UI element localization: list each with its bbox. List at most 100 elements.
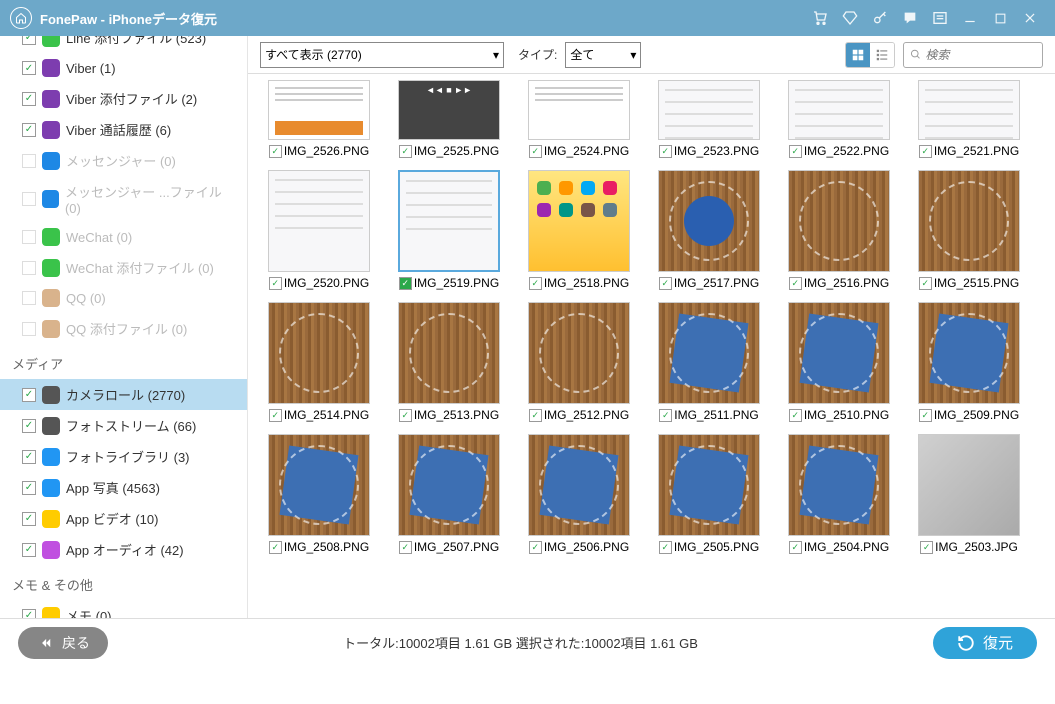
thumbnail-item[interactable]: ✓IMG_2512.PNG bbox=[522, 302, 636, 422]
thumbnail-item[interactable]: ✓IMG_2505.PNG bbox=[652, 434, 766, 554]
cart-icon[interactable] bbox=[809, 7, 831, 29]
sidebar-item[interactable]: ✓App 写真 (4563) bbox=[0, 472, 247, 503]
checkbox-icon[interactable]: ✓ bbox=[22, 123, 36, 137]
thumbnail-image[interactable] bbox=[658, 434, 760, 536]
checkbox-icon[interactable]: ✓ bbox=[269, 277, 282, 290]
thumbnail-image[interactable] bbox=[788, 434, 890, 536]
thumbnail-item[interactable]: ✓IMG_2514.PNG bbox=[262, 302, 376, 422]
thumbnail-item[interactable]: ✓IMG_2521.PNG bbox=[912, 80, 1026, 158]
thumbnail-image[interactable] bbox=[788, 302, 890, 404]
checkbox-icon[interactable]: ✓ bbox=[269, 409, 282, 422]
thumbnail-image[interactable] bbox=[528, 434, 630, 536]
thumbnail-item[interactable]: ✓IMG_2525.PNG bbox=[392, 80, 506, 158]
restore-button[interactable]: 復元 bbox=[933, 627, 1037, 659]
checkbox-icon[interactable]: ✓ bbox=[22, 36, 36, 45]
home-icon[interactable] bbox=[10, 7, 32, 29]
list-view-button[interactable] bbox=[870, 43, 894, 67]
thumbnail-image[interactable] bbox=[528, 80, 630, 140]
maximize-icon[interactable] bbox=[989, 7, 1011, 29]
thumbnail-item[interactable]: ✓IMG_2515.PNG bbox=[912, 170, 1026, 290]
back-button[interactable]: 戻る bbox=[18, 627, 108, 659]
thumbnail-item[interactable]: ✓IMG_2509.PNG bbox=[912, 302, 1026, 422]
thumbnail-image[interactable] bbox=[268, 80, 370, 140]
thumbnail-item[interactable]: ✓IMG_2506.PNG bbox=[522, 434, 636, 554]
type-dropdown[interactable]: 全て ▾ bbox=[565, 42, 641, 68]
thumbnail-item[interactable]: ✓IMG_2522.PNG bbox=[782, 80, 896, 158]
thumbnail-item[interactable]: ✓IMG_2517.PNG bbox=[652, 170, 766, 290]
checkbox-icon[interactable]: ✓ bbox=[399, 145, 412, 158]
menu-icon[interactable] bbox=[929, 7, 951, 29]
feedback-icon[interactable] bbox=[899, 7, 921, 29]
sidebar-item[interactable]: ✓カメラロール (2770) bbox=[0, 379, 247, 410]
diamond-icon[interactable] bbox=[839, 7, 861, 29]
checkbox-icon[interactable]: ✓ bbox=[22, 609, 36, 619]
thumbnail-image[interactable] bbox=[268, 170, 370, 272]
thumbnail-image[interactable] bbox=[398, 302, 500, 404]
sidebar-item[interactable]: ✓Viber (1) bbox=[0, 53, 247, 83]
thumbnail-item[interactable]: ✓IMG_2519.PNG bbox=[392, 170, 506, 290]
checkbox-icon[interactable]: ✓ bbox=[269, 145, 282, 158]
minimize-icon[interactable] bbox=[959, 7, 981, 29]
checkbox-icon[interactable]: ✓ bbox=[529, 145, 542, 158]
checkbox-icon[interactable]: ✓ bbox=[789, 541, 802, 554]
sidebar-item[interactable]: ✓Viber 添付ファイル (2) bbox=[0, 83, 247, 114]
sidebar-item[interactable]: ✓Line 添付ファイル (523) bbox=[0, 36, 247, 53]
checkbox-icon[interactable]: ✓ bbox=[22, 481, 36, 495]
checkbox-icon[interactable]: ✓ bbox=[22, 388, 36, 402]
checkbox-icon[interactable]: ✓ bbox=[919, 409, 932, 422]
checkbox-icon[interactable]: ✓ bbox=[659, 409, 672, 422]
thumbnail-item[interactable]: ✓IMG_2510.PNG bbox=[782, 302, 896, 422]
thumbnail-image[interactable] bbox=[918, 434, 1020, 536]
grid-view-button[interactable] bbox=[846, 43, 870, 67]
sidebar[interactable]: ✓Line 添付ファイル (523)✓Viber (1)✓Viber 添付ファイ… bbox=[0, 36, 248, 618]
thumbnail-image[interactable] bbox=[398, 80, 500, 140]
thumbnail-item[interactable]: ✓IMG_2520.PNG bbox=[262, 170, 376, 290]
close-icon[interactable] bbox=[1019, 7, 1041, 29]
checkbox-icon[interactable]: ✓ bbox=[920, 541, 933, 554]
search-input[interactable] bbox=[925, 48, 1036, 62]
thumbnail-image[interactable] bbox=[268, 434, 370, 536]
thumbnail-image[interactable] bbox=[918, 302, 1020, 404]
thumbnail-image[interactable] bbox=[398, 434, 500, 536]
thumbnail-image[interactable] bbox=[918, 170, 1020, 272]
thumbnail-item[interactable]: ✓IMG_2503.JPG bbox=[912, 434, 1026, 554]
checkbox-icon[interactable]: ✓ bbox=[399, 277, 412, 290]
checkbox-icon[interactable]: ✓ bbox=[529, 277, 542, 290]
thumbnail-image[interactable] bbox=[398, 170, 500, 272]
checkbox-icon[interactable]: ✓ bbox=[659, 145, 672, 158]
thumbnail-item[interactable]: ✓IMG_2526.PNG bbox=[262, 80, 376, 158]
thumbnail-item[interactable]: ✓IMG_2507.PNG bbox=[392, 434, 506, 554]
thumbnail-image[interactable] bbox=[788, 170, 890, 272]
thumbnail-image[interactable] bbox=[658, 302, 760, 404]
sidebar-item[interactable]: ✓フォトライブラリ (3) bbox=[0, 441, 247, 472]
checkbox-icon[interactable]: ✓ bbox=[269, 541, 282, 554]
checkbox-icon[interactable]: ✓ bbox=[659, 541, 672, 554]
checkbox-icon[interactable]: ✓ bbox=[22, 92, 36, 106]
checkbox-icon[interactable]: ✓ bbox=[919, 277, 932, 290]
thumbnail-item[interactable]: ✓IMG_2513.PNG bbox=[392, 302, 506, 422]
sidebar-item[interactable]: ✓Viber 通話履歴 (6) bbox=[0, 114, 247, 145]
thumbnail-item[interactable]: ✓IMG_2518.PNG bbox=[522, 170, 636, 290]
thumbnail-image[interactable] bbox=[918, 80, 1020, 140]
checkbox-icon[interactable]: ✓ bbox=[529, 541, 542, 554]
thumbnail-item[interactable]: ✓IMG_2511.PNG bbox=[652, 302, 766, 422]
thumbnail-item[interactable]: ✓IMG_2508.PNG bbox=[262, 434, 376, 554]
thumbnail-item[interactable]: ✓IMG_2523.PNG bbox=[652, 80, 766, 158]
thumbnail-image[interactable] bbox=[268, 302, 370, 404]
checkbox-icon[interactable]: ✓ bbox=[789, 409, 802, 422]
checkbox-icon[interactable]: ✓ bbox=[22, 450, 36, 464]
key-icon[interactable] bbox=[869, 7, 891, 29]
thumbnail-gallery[interactable]: ✓IMG_2526.PNG✓IMG_2525.PNG✓IMG_2524.PNG✓… bbox=[248, 74, 1055, 618]
thumbnail-image[interactable] bbox=[658, 170, 760, 272]
checkbox-icon[interactable]: ✓ bbox=[22, 512, 36, 526]
checkbox-icon[interactable]: ✓ bbox=[789, 145, 802, 158]
thumbnail-image[interactable] bbox=[528, 302, 630, 404]
thumbnail-image[interactable] bbox=[528, 170, 630, 272]
thumbnail-item[interactable]: ✓IMG_2504.PNG bbox=[782, 434, 896, 554]
sidebar-item[interactable]: ✓App ビデオ (10) bbox=[0, 503, 247, 534]
checkbox-icon[interactable]: ✓ bbox=[529, 409, 542, 422]
thumbnail-image[interactable] bbox=[788, 80, 890, 140]
checkbox-icon[interactable]: ✓ bbox=[399, 409, 412, 422]
checkbox-icon[interactable]: ✓ bbox=[789, 277, 802, 290]
thumbnail-item[interactable]: ✓IMG_2524.PNG bbox=[522, 80, 636, 158]
